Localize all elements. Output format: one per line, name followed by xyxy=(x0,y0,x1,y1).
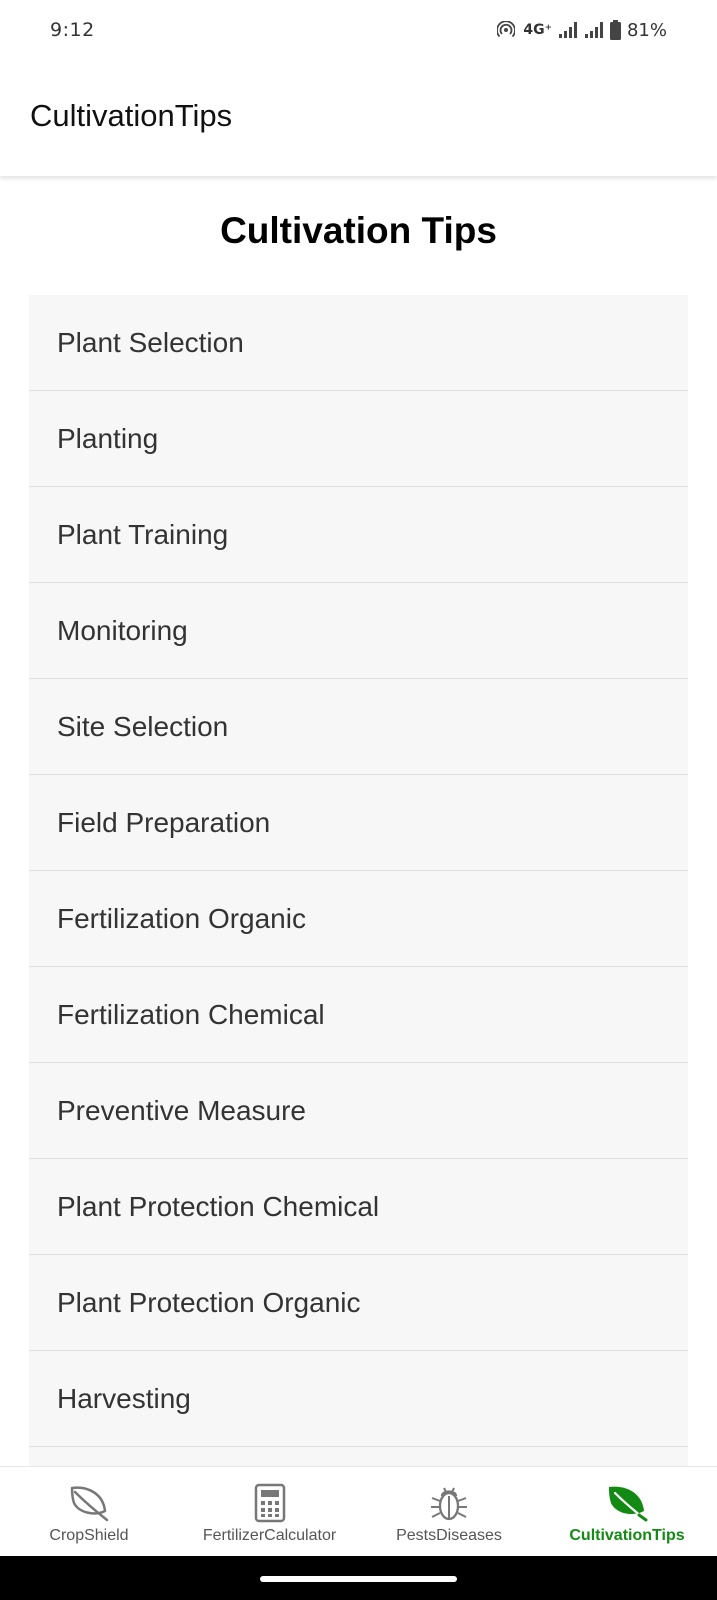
network-type: 4G⁺ xyxy=(523,22,552,38)
tips-list: Plant Selection Planting Plant Training … xyxy=(29,295,688,1466)
status-time: 9:12 xyxy=(50,19,95,41)
tab-cropshield[interactable]: CropShield xyxy=(0,1467,178,1557)
hotspot-icon xyxy=(497,21,516,39)
tab-label: PestsDiseases xyxy=(396,1527,502,1544)
tip-item-site-selection[interactable]: Site Selection xyxy=(29,679,688,775)
tip-item-planting[interactable]: Planting xyxy=(29,391,688,487)
bug-icon xyxy=(428,1481,470,1525)
status-bar: 9:12 4G⁺ 81% xyxy=(0,0,717,60)
tip-item-harvesting[interactable]: Harvesting xyxy=(29,1351,688,1447)
tip-item-partial[interactable] xyxy=(29,1447,688,1466)
tab-pests-diseases[interactable]: PestsDiseases xyxy=(361,1467,537,1557)
app-bar: CultivationTips xyxy=(0,60,717,176)
tip-item-fertilization-chemical[interactable]: Fertilization Chemical xyxy=(29,967,688,1063)
status-icons: 4G⁺ 81% xyxy=(497,20,667,41)
tab-fertilizer-calculator[interactable]: FertilizerCalculator xyxy=(178,1467,361,1557)
tip-item-fertilization-organic[interactable]: Fertilization Organic xyxy=(29,871,688,967)
tip-item-plant-protection-organic[interactable]: Plant Protection Organic xyxy=(29,1255,688,1351)
tip-item-field-preparation[interactable]: Field Preparation xyxy=(29,775,688,871)
home-indicator[interactable] xyxy=(260,1576,457,1582)
calculator-icon xyxy=(254,1481,286,1525)
tab-label: FertilizerCalculator xyxy=(202,1527,337,1544)
battery-percent: 81% xyxy=(626,19,667,41)
battery-icon xyxy=(609,20,621,40)
page-title: Cultivation Tips xyxy=(220,210,497,251)
tip-item-preventive-measure[interactable]: Preventive Measure xyxy=(29,1063,688,1159)
tab-label: CultivationTips xyxy=(569,1527,685,1544)
bottom-nav: CropShield FertilizerCalculator PestsDis… xyxy=(0,1466,717,1557)
tab-label: CropShield xyxy=(49,1527,129,1544)
tip-item-plant-selection[interactable]: Plant Selection xyxy=(29,295,688,391)
system-nav-bar xyxy=(0,1556,717,1600)
leaf-filled-icon xyxy=(605,1481,649,1525)
app-bar-title: CultivationTips xyxy=(30,98,233,133)
leaf-outline-icon xyxy=(67,1481,111,1525)
tab-cultivation-tips[interactable]: CultivationTips xyxy=(537,1467,717,1557)
main-content: Cultivation Tips Plant Selection Plantin… xyxy=(0,176,717,1466)
tip-item-plant-training[interactable]: Plant Training xyxy=(29,487,688,583)
signal-icon-2 xyxy=(584,21,604,39)
tip-item-plant-protection-chemical[interactable]: Plant Protection Chemical xyxy=(29,1159,688,1255)
tip-item-monitoring[interactable]: Monitoring xyxy=(29,583,688,679)
signal-icon xyxy=(558,21,578,39)
